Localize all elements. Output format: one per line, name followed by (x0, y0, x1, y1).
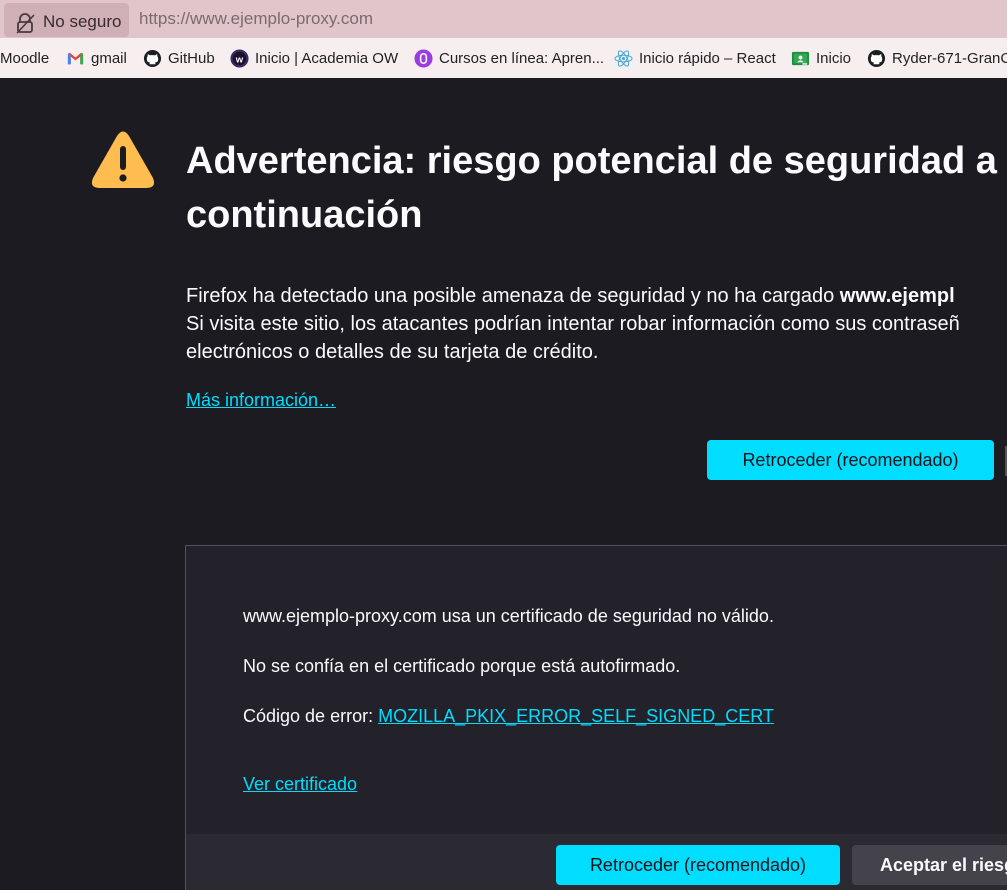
bookmark-gmail[interactable]: gmail (66, 38, 127, 78)
svg-text:w: w (235, 54, 244, 65)
error-code-line: Código de error: MOZILLA_PKIX_ERROR_SELF… (243, 706, 774, 727)
bookmark-inicio[interactable]: Inicio (791, 38, 851, 78)
academia-ow-icon: w (230, 48, 249, 68)
gmail-icon (67, 52, 84, 64)
error-code-label: Código de error: (243, 706, 379, 726)
panel-footer: Retroceder (recomendado) Aceptar el ries… (186, 834, 1007, 890)
bookmark-label: Ryder-671-GranC (892, 49, 1007, 67)
bookmark-label: Moodle (0, 49, 50, 67)
bookmark-label: gmail (91, 49, 127, 67)
react-icon (614, 49, 633, 67)
bookmark-ryder[interactable]: Ryder-671-GranC (867, 38, 1007, 78)
page-title: Advertencia: riesgo potencial de segurid… (186, 140, 997, 236)
warning-description: Firefox ha detectado una posible amenaza… (186, 282, 1007, 366)
site-name: www.ejempl (839, 285, 955, 307)
site-security-indicator[interactable]: No seguro (4, 3, 129, 37)
bookmark-label: Inicio | Academia OW (255, 49, 399, 67)
bookmark-label: GitHub (168, 49, 215, 67)
description-text: electrónicos o detalles de su tarjeta de… (186, 341, 599, 363)
error-page: Advertencia: riesgo potencial de segurid… (0, 78, 1007, 890)
bookmark-label: Cursos en línea: Apren... (439, 49, 605, 67)
go-back-button[interactable]: Retroceder (recomendado) (707, 440, 994, 480)
bookmark-github[interactable]: GitHub (143, 38, 215, 78)
url-bar[interactable]: No seguro https://www.ejemplo-proxy.com (0, 0, 1007, 38)
bookmark-moodle[interactable]: Moodle (0, 38, 49, 78)
description-text: Firefox ha detectado una posible amenaza… (186, 285, 840, 307)
error-code-link[interactable]: MOZILLA_PKIX_ERROR_SELF_SIGNED_CERT (378, 706, 774, 726)
learn-more-link[interactable]: Más información… (186, 390, 336, 411)
github-icon (867, 49, 886, 67)
bookmark-cursos[interactable]: Cursos en línea: Apren... (414, 38, 604, 78)
classroom-icon (791, 51, 810, 65)
bookmark-label: Inicio rápido – React (639, 49, 776, 67)
bookmark-react[interactable]: Inicio rápido – React (614, 38, 776, 78)
security-label: No seguro (43, 12, 122, 31)
url-text[interactable]: https://www.ejemplo-proxy.com (139, 9, 373, 29)
go-back-button-bottom[interactable]: Retroceder (recomendado) (556, 845, 840, 885)
bookmark-academia-ow[interactable]: w Inicio | Academia OW (230, 38, 398, 78)
self-signed-text: No se confía en el certificado porque es… (243, 656, 681, 676)
bookmark-label: Inicio (816, 49, 852, 67)
insecure-lock-icon (16, 13, 35, 34)
advanced-panel: www.ejemplo-proxy.com usa un certificado… (185, 545, 1007, 890)
warning-icon (91, 131, 155, 188)
invalid-cert-text: www.ejemplo-proxy.com usa un certificado… (243, 606, 774, 626)
accept-risk-button[interactable]: Aceptar el riesgo y continuar (852, 845, 1007, 885)
courses-icon (414, 48, 433, 68)
view-certificate-link[interactable]: Ver certificado (243, 774, 357, 794)
view-certificate-line: Ver certificado (243, 774, 357, 795)
description-text: Si visita este sitio, los atacantes podr… (186, 313, 960, 335)
github-icon (143, 49, 162, 67)
bookmarks-bar: Moodle gmail GitHub w Inicio | Academia … (0, 38, 1007, 78)
